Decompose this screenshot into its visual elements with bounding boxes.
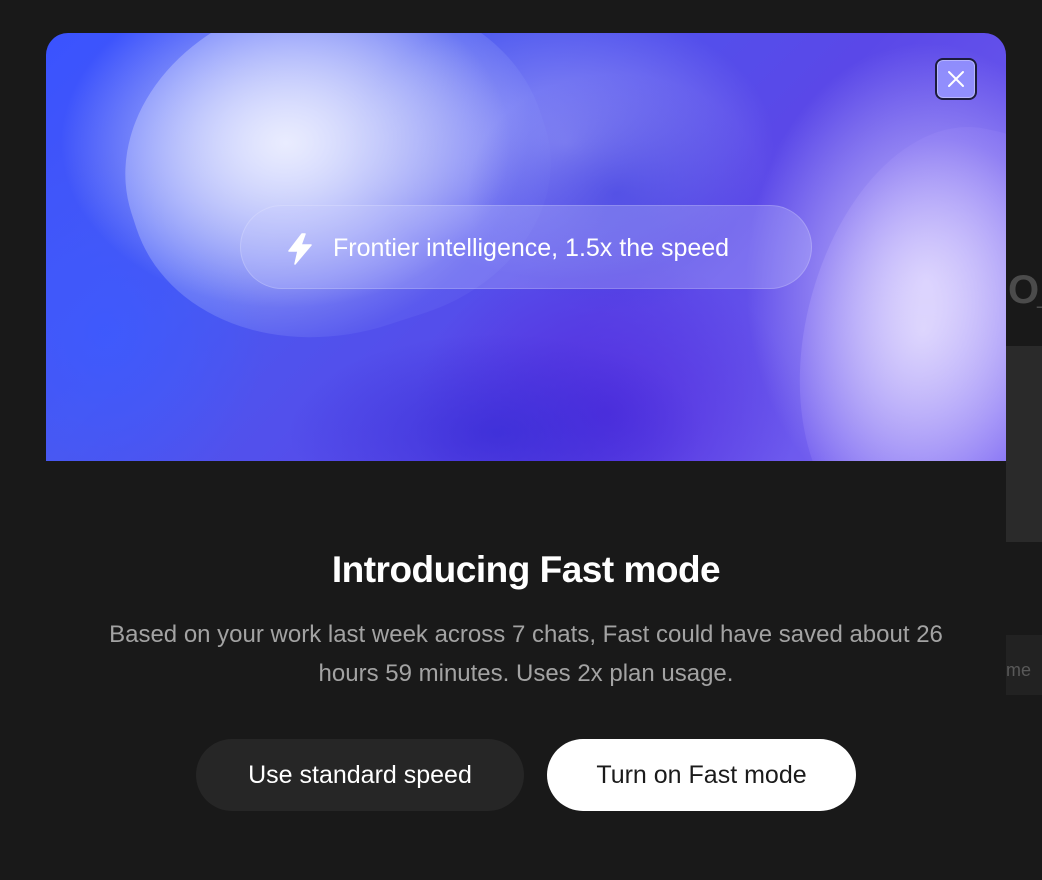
- close-button[interactable]: [935, 58, 977, 100]
- feature-badge: Frontier intelligence, 1.5x the speed: [240, 205, 812, 289]
- use-standard-speed-button[interactable]: Use standard speed: [196, 739, 524, 811]
- feature-badge-text: Frontier intelligence, 1.5x the speed: [333, 234, 730, 262]
- background-app-panel: [1006, 346, 1042, 542]
- modal-description: Based on your work last week across 7 ch…: [109, 621, 943, 687]
- close-icon: [948, 71, 964, 87]
- background-app-glyph: O_: [1008, 268, 1042, 312]
- lightning-bolt-icon: [288, 233, 312, 265]
- background-app: O_ me: [1006, 240, 1042, 720]
- turn-on-fast-mode-button[interactable]: Turn on Fast mode: [547, 739, 856, 811]
- modal-title: Introducing Fast mode: [331, 549, 721, 590]
- hero-image: Frontier intelligence, 1.5x the speed: [46, 33, 1006, 461]
- background-app-text: me: [1006, 660, 1032, 680]
- fast-mode-modal: Frontier intelligence, 1.5x the speed In…: [46, 33, 1006, 880]
